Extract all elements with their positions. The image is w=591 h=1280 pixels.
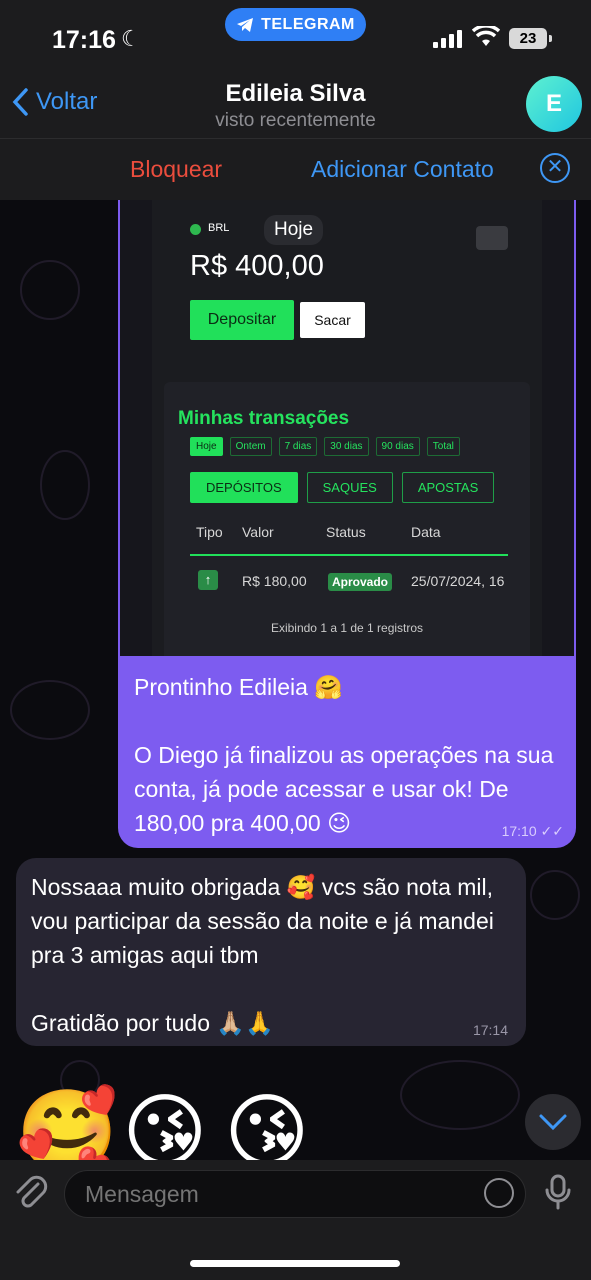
- sticker-icon[interactable]: [484, 1178, 514, 1208]
- wallpaper-doodle: [400, 1060, 520, 1130]
- outgoing-message-text: Prontinho Edileia 🤗 O Diego já finalizou…: [134, 674, 554, 836]
- column-header-type: Tipo: [196, 524, 223, 540]
- microphone-icon[interactable]: [544, 1174, 572, 1218]
- emoji-message[interactable]: 😘: [122, 1088, 207, 1161]
- message-composer: [0, 1160, 591, 1280]
- column-header-status: Status: [326, 524, 366, 540]
- transaction-tabs: DEPÓSITOS SAQUES APOSTAS: [190, 472, 495, 503]
- home-indicator: [190, 1260, 400, 1267]
- status-bar: 17:16 ☾ TELEGRAM 23: [0, 0, 591, 78]
- tab-deposits: DEPÓSITOS: [190, 472, 298, 503]
- incoming-message-text: Nossaaa muito obrigada 🥰 vcs são nota mi…: [31, 874, 494, 1036]
- signal-icon: [433, 30, 463, 48]
- double-check-icon: ✓✓: [540, 823, 564, 839]
- period-pill: Hoje: [264, 215, 324, 245]
- status-badge: Aprovado: [328, 573, 393, 591]
- incoming-message[interactable]: Nossaaa muito obrigada 🥰 vcs são nota mi…: [16, 858, 526, 1046]
- row-date: 25/07/2024, 16: [411, 573, 505, 589]
- currency-label: BRL: [208, 222, 230, 234]
- contact-action-bar: Bloquear Adicionar Contato ✕: [0, 138, 591, 200]
- chat-area[interactable]: BRL Hoje R$ 400,00 Depositar Sacar Minha…: [0, 200, 591, 1160]
- filter-chip: 7 dias: [278, 437, 318, 456]
- wallpaper-doodle: [20, 260, 80, 320]
- shared-screenshot: BRL Hoje R$ 400,00 Depositar Sacar Minha…: [152, 200, 542, 656]
- emoji-message[interactable]: 😘: [224, 1088, 309, 1161]
- paperclip-icon[interactable]: [14, 1174, 48, 1220]
- deposit-button-image: Depositar: [190, 300, 294, 340]
- withdraw-button-image: Sacar: [300, 302, 365, 338]
- outgoing-message-time: 17:10 ✓✓: [502, 823, 564, 840]
- filter-chip: 30 dias: [324, 437, 369, 456]
- period-filters: Hoje Ontem 7 dias 30 dias 90 dias Total: [190, 437, 460, 456]
- emoji-message[interactable]: 🥰: [16, 1088, 118, 1161]
- wallpaper-doodle: [530, 870, 580, 920]
- header-divider: [190, 554, 508, 556]
- filter-chip: 90 dias: [375, 437, 420, 456]
- telegram-pill[interactable]: TELEGRAM: [225, 8, 366, 41]
- message-time: 17:10: [501, 823, 537, 839]
- add-contact-button[interactable]: Adicionar Contato: [311, 156, 494, 183]
- photo-message[interactable]: BRL Hoje R$ 400,00 Depositar Sacar Minha…: [118, 200, 576, 656]
- close-icon[interactable]: ✕: [540, 153, 570, 183]
- block-button[interactable]: Bloquear: [130, 156, 222, 183]
- telegram-label: TELEGRAM: [261, 15, 355, 33]
- records-count: Exibindo 1 a 1 de 1 registros: [270, 621, 424, 635]
- back-label: Voltar: [36, 88, 98, 115]
- column-header-value: Valor: [242, 524, 274, 540]
- telegram-icon: [237, 17, 254, 32]
- wallet-icon: [476, 226, 508, 250]
- column-header-date: Data: [411, 524, 441, 540]
- wallpaper-doodle: [40, 450, 90, 520]
- avatar[interactable]: E: [526, 76, 582, 132]
- scroll-down-button[interactable]: [525, 1094, 581, 1150]
- filter-chip: Ontem: [229, 437, 272, 456]
- balance-amount: R$ 400,00: [190, 250, 324, 282]
- battery-icon: 23: [509, 28, 552, 49]
- back-button[interactable]: Voltar: [12, 88, 97, 116]
- row-value: R$ 180,00: [242, 573, 307, 589]
- tab-bets: APOSTAS: [401, 472, 495, 503]
- chat-header: Edileia Silva visto recentemente Voltar …: [0, 76, 591, 138]
- tab-withdrawals: SAQUES: [306, 472, 393, 503]
- arrow-up-icon: ↑: [198, 570, 218, 590]
- moon-icon: ☾: [121, 26, 141, 51]
- transactions-title: Minhas transações: [178, 408, 350, 429]
- filter-chip: Total: [426, 437, 460, 456]
- chevron-down-icon: [539, 1114, 567, 1131]
- status-time: 17:16: [52, 26, 116, 54]
- incoming-message-time: 17:14: [472, 1022, 508, 1038]
- wifi-icon: [472, 26, 500, 46]
- brazil-flag-icon: [190, 224, 201, 235]
- chevron-left-icon: [12, 88, 28, 116]
- message-input[interactable]: [64, 1170, 526, 1218]
- wallpaper-doodle: [10, 680, 90, 740]
- filter-chip: Hoje: [190, 437, 223, 456]
- outgoing-message[interactable]: Prontinho Edileia 🤗 O Diego já finalizou…: [118, 656, 576, 848]
